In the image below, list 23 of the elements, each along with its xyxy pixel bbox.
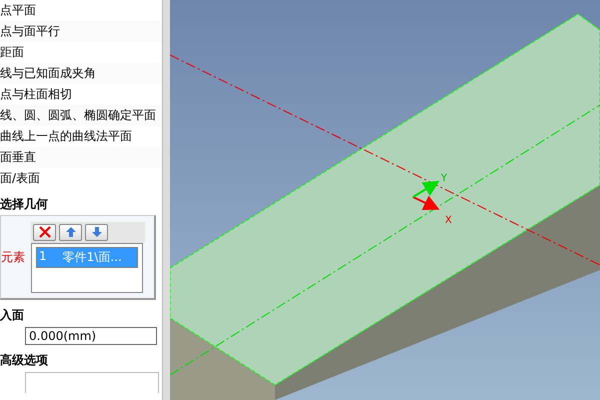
move-down-button[interactable] [85,224,108,240]
scrollbar[interactable] [162,0,170,400]
y-axis-label: Y [441,173,448,184]
cross-icon [38,226,50,238]
option-item[interactable]: 线、圆、圆弧、椭圆确定平面 [0,105,162,126]
delete-button[interactable] [33,224,56,240]
section-title: 高级选项 [0,352,49,369]
option-item[interactable]: 点与面平行 [0,21,162,42]
up-arrow-icon [66,227,76,237]
y-axis-arrow [412,180,440,198]
element-label: 元素 [1,248,26,266]
section-title: 选择几何 [0,196,49,213]
offset-field[interactable]: 0.000(mm) [25,327,157,345]
option-item[interactable]: 线与已知面成夹角 [0,63,162,84]
dropdown-field[interactable] [25,372,159,393]
item-index: 1 [39,248,47,264]
down-arrow-icon [92,227,102,237]
item-text: 零件1\面... [62,248,122,266]
option-item[interactable]: 面垂直 [0,147,162,168]
section-title: 入面 [0,307,25,324]
x-axis-label: X [445,215,452,226]
move-up-button[interactable] [59,224,82,240]
x-axis-arrow [412,196,440,210]
